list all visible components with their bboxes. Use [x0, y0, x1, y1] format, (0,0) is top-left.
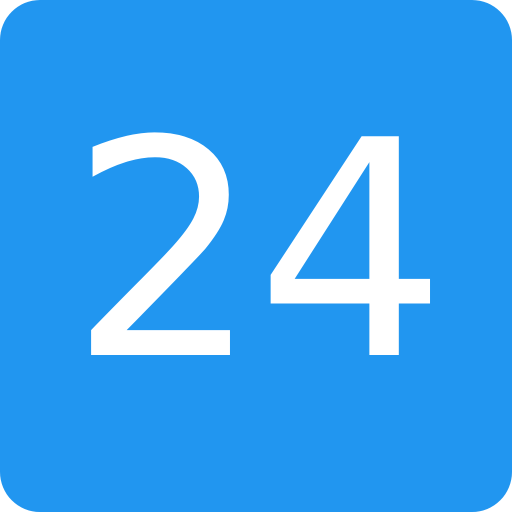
number-tile-icon: 24 [0, 0, 512, 512]
tile-number-label: 24 [69, 77, 447, 426]
